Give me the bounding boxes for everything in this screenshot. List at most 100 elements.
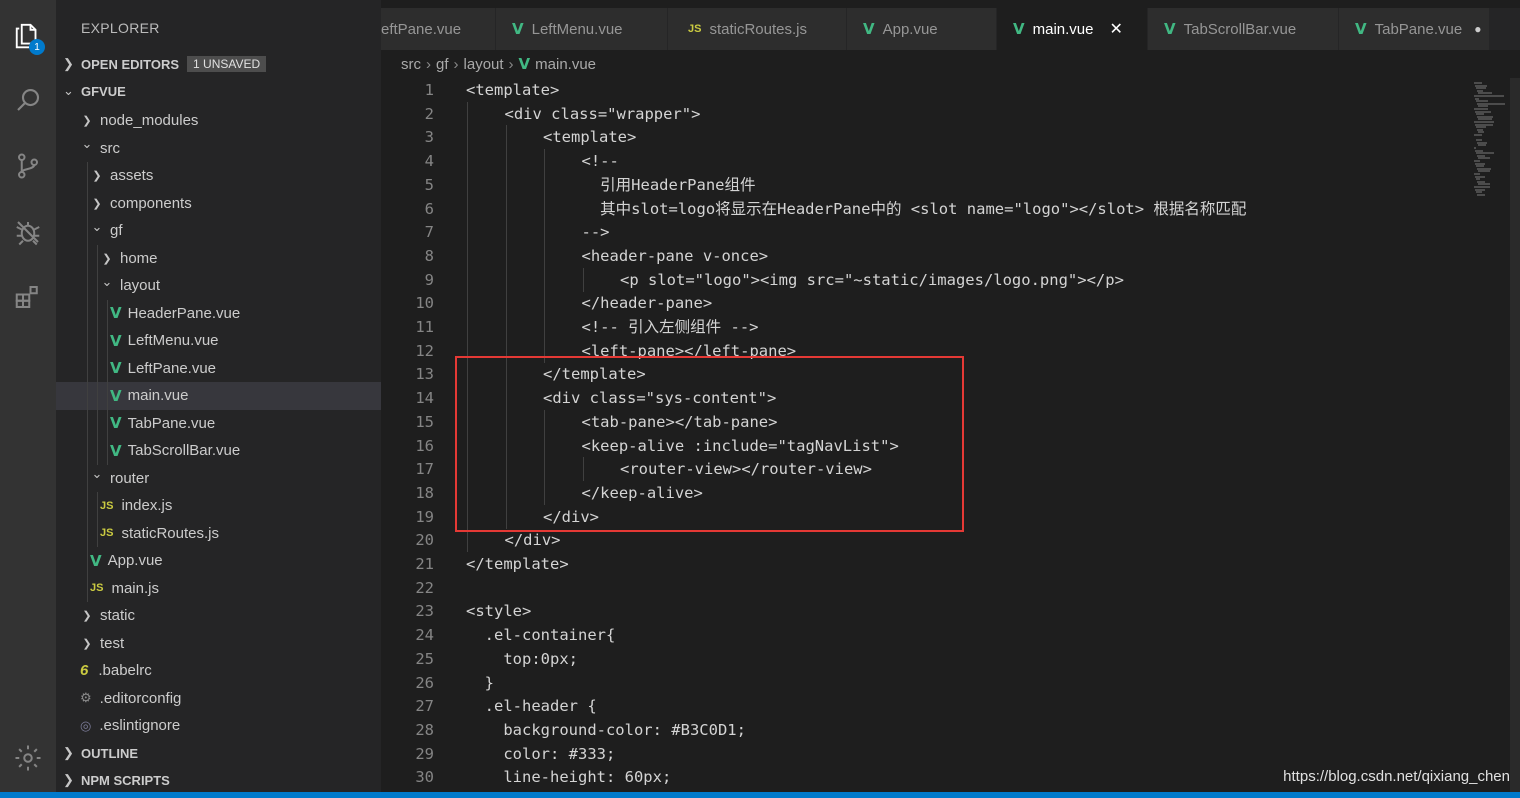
tree-item[interactable]: ❯ static bbox=[56, 602, 381, 630]
editor-tab[interactable]: V TabPane.vue ● bbox=[1339, 8, 1490, 50]
indent-guide bbox=[87, 272, 88, 300]
code-line[interactable]: 8 <header-pane v-once> bbox=[381, 243, 1470, 268]
indent-guide bbox=[87, 299, 88, 327]
tree-item[interactable]: ❯ home bbox=[56, 244, 381, 272]
code-text: <header-pane v-once> bbox=[581, 246, 769, 265]
indent-guide bbox=[544, 172, 545, 197]
project-section[interactable]: ⌄ GFVUE bbox=[56, 78, 381, 104]
code-line[interactable]: 9 <p slot="logo"><img src="~static/images… bbox=[381, 267, 1470, 292]
code-line[interactable]: 21 </template> bbox=[381, 552, 1470, 576]
tree-item[interactable]: V HeaderPane.vue bbox=[56, 299, 381, 327]
code-line[interactable]: 4 <!-- bbox=[381, 149, 1470, 174]
breadcrumb-layout[interactable]: layout bbox=[464, 56, 504, 73]
editor-tab[interactable]: JS staticRoutes.js bbox=[668, 8, 847, 50]
code-line[interactable]: 3 <template> bbox=[381, 125, 1470, 150]
tree-item[interactable]: ❯ assets bbox=[56, 162, 381, 190]
vue-file-icon: V bbox=[1164, 20, 1176, 38]
project-label: GFVUE bbox=[81, 83, 126, 99]
tree-item[interactable]: V App.vue bbox=[56, 547, 381, 575]
indent-guide bbox=[87, 519, 88, 547]
chevron-right-icon: ❯ bbox=[63, 745, 74, 760]
editor-tab-label: App.vue bbox=[882, 20, 938, 38]
tree-item[interactable]: 6 .babelrc bbox=[56, 657, 381, 685]
code-line[interactable]: 1 <template> bbox=[381, 78, 1470, 102]
line-number: 14 bbox=[415, 389, 434, 408]
indent-guide bbox=[97, 437, 98, 465]
unsaved-dot-icon[interactable]: ● bbox=[1474, 22, 1481, 36]
line-number: 27 bbox=[415, 697, 434, 716]
tree-item[interactable]: JS staticRoutes.js bbox=[56, 519, 381, 547]
code-line[interactable]: 24 .el-container{ bbox=[381, 623, 1470, 647]
tree-item[interactable]: JS index.js bbox=[56, 492, 381, 520]
eslint-file-icon: ◎ bbox=[80, 717, 92, 733]
editor-tab[interactable]: V App.vue bbox=[847, 8, 997, 50]
tree-item[interactable]: ❯ test bbox=[56, 630, 381, 658]
code-line[interactable]: 6 其中slot=logo将显示在HeaderPane中的 <slot name… bbox=[381, 196, 1470, 221]
editor-tab[interactable]: eftPane.vue bbox=[381, 8, 496, 50]
code-text: 引用HeaderPane组件 bbox=[581, 175, 756, 194]
indent-guide bbox=[87, 409, 88, 437]
code-line[interactable]: 11 <!-- 引入左侧组件 --> bbox=[381, 315, 1470, 339]
code-line[interactable]: 25 top:0px; bbox=[381, 647, 1470, 671]
breadcrumb-gf[interactable]: gf bbox=[436, 56, 449, 73]
js-file-icon: JS bbox=[90, 582, 104, 595]
tree-item[interactable]: JS main.js bbox=[56, 574, 381, 602]
tree-item[interactable]: Vmain.vue bbox=[56, 382, 381, 410]
search-icon[interactable] bbox=[8, 80, 48, 120]
code-text: 其中slot=logo将显示在HeaderPane中的 <slot name="… bbox=[581, 199, 1247, 218]
debug-icon[interactable] bbox=[8, 212, 48, 252]
code-text: <p slot="logo"><img src="~static/images/… bbox=[620, 270, 1124, 289]
editor-tab[interactable]: V LeftMenu.vue bbox=[496, 8, 668, 50]
settings-gear-icon[interactable] bbox=[8, 738, 48, 778]
tree-item[interactable]: ❯ node_modules bbox=[56, 107, 381, 135]
breadcrumb-src[interactable]: src bbox=[401, 56, 421, 73]
breadcrumb-file[interactable]: main.vue bbox=[535, 56, 596, 73]
tree-item[interactable]: ⌄ router bbox=[56, 464, 381, 492]
chevron-right-icon: › bbox=[508, 55, 514, 73]
indent-guide bbox=[107, 354, 108, 382]
code-line[interactable]: 7 --> bbox=[381, 220, 1470, 245]
tree-item[interactable]: V LeftPane.vue bbox=[56, 354, 381, 382]
indent-guide bbox=[87, 189, 88, 217]
code-line[interactable]: 26 } bbox=[381, 671, 1470, 695]
extensions-icon[interactable] bbox=[8, 277, 48, 317]
tree-item[interactable]: ⌄ src bbox=[56, 135, 381, 163]
line-number: 18 bbox=[415, 483, 434, 502]
indent-guide bbox=[87, 162, 88, 190]
minimap-line bbox=[1474, 134, 1482, 136]
code-line[interactable]: 5 引用HeaderPane组件 bbox=[381, 172, 1470, 197]
tree-item[interactable]: V LeftMenu.vue bbox=[56, 327, 381, 355]
npm-scripts-section[interactable]: ❯ NPM SCRIPTS bbox=[56, 767, 381, 793]
tree-item[interactable]: ❯ components bbox=[56, 189, 381, 217]
code-line[interactable]: 27 .el-header { bbox=[381, 694, 1470, 718]
tree-item-label: node_modules bbox=[100, 112, 199, 130]
tree-item[interactable]: ⌄ layout bbox=[56, 272, 381, 300]
tree-item-label: App.vue bbox=[107, 552, 163, 570]
outline-section[interactable]: ❯ OUTLINE bbox=[56, 740, 381, 766]
tree-item[interactable]: V TabScrollBar.vue bbox=[56, 437, 381, 465]
indent-guide bbox=[87, 464, 88, 492]
editor-tab[interactable]: Vmain.vue ✕ bbox=[997, 8, 1148, 50]
chevron-right-icon: ❯ bbox=[63, 56, 74, 71]
code-line[interactable]: 29 color: #333; bbox=[381, 742, 1470, 766]
indent-guide bbox=[505, 220, 507, 245]
indent-guide bbox=[87, 492, 88, 520]
code-line[interactable]: 28 background-color: #B3C0D1; bbox=[381, 718, 1470, 742]
editor-scrollbar[interactable] bbox=[1510, 78, 1520, 792]
chevron-right-icon: ❯ bbox=[82, 637, 92, 650]
source-control-icon[interactable] bbox=[8, 146, 48, 186]
code-line[interactable]: 23 <style> bbox=[381, 599, 1470, 623]
code-line[interactable]: 22 bbox=[381, 576, 1470, 600]
code-line[interactable]: 10 </header-pane> bbox=[381, 291, 1470, 316]
open-editors-section[interactable]: ❯ OPEN EDITORS 1 UNSAVED bbox=[56, 51, 381, 77]
line-number: 12 bbox=[415, 341, 434, 360]
editor-tab[interactable]: V TabScrollBar.vue bbox=[1148, 8, 1339, 50]
tree-item-label: home bbox=[120, 249, 158, 267]
tree-item[interactable]: ⚙ .editorconfig bbox=[56, 685, 381, 713]
tree-item[interactable]: ◎ .eslintignore bbox=[56, 712, 381, 740]
indent-guide bbox=[467, 291, 468, 316]
code-line[interactable]: 2 <div class="wrapper"> bbox=[381, 101, 1470, 126]
tree-item[interactable]: V TabPane.vue bbox=[56, 409, 381, 437]
close-icon[interactable]: ✕ bbox=[1109, 19, 1122, 39]
tree-item[interactable]: ⌄ gf bbox=[56, 217, 381, 245]
